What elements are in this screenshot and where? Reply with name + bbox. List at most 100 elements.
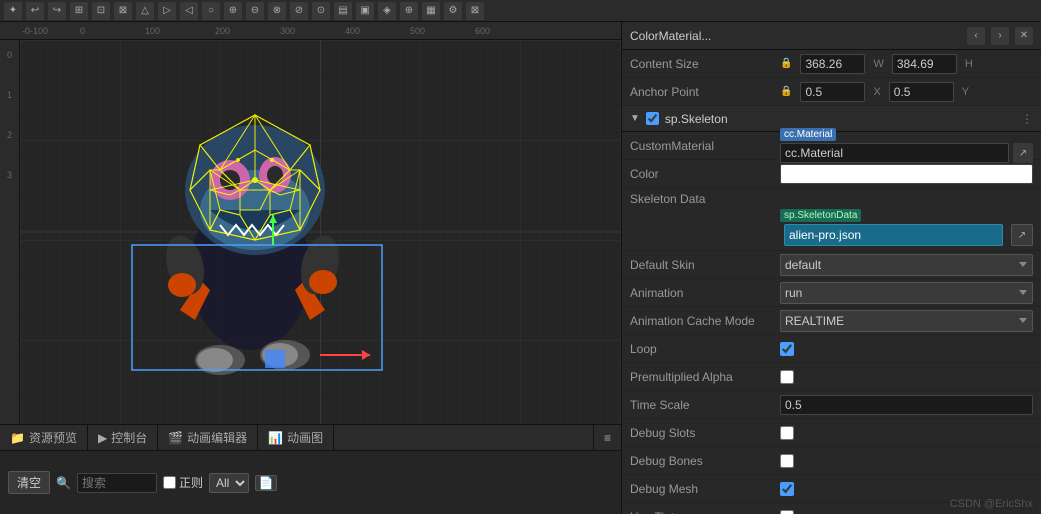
folder-btn[interactable]: 📄 bbox=[255, 475, 277, 491]
tab-animation-graph[interactable]: 📊 动画图 bbox=[258, 425, 334, 450]
loop-value bbox=[780, 342, 1033, 356]
debug-slots-label: Debug Slots bbox=[630, 426, 780, 440]
color-swatch[interactable] bbox=[780, 164, 1033, 184]
panel-close[interactable]: ✕ bbox=[1015, 27, 1033, 45]
toolbar-icon-10[interactable]: ⊗ bbox=[268, 2, 286, 20]
normal-checkbox[interactable] bbox=[163, 476, 176, 489]
toolbar-icon-8[interactable]: ⊕ bbox=[224, 2, 242, 20]
toolbar-icon-15[interactable]: ◈ bbox=[378, 2, 396, 20]
custom-material-label: CustomMaterial bbox=[630, 139, 780, 153]
character-display bbox=[120, 70, 390, 380]
material-link-btn[interactable]: ↗ bbox=[1013, 143, 1033, 163]
toolbar-icon-16[interactable]: ⊕ bbox=[400, 2, 418, 20]
skeleton-data-link-btn[interactable]: ↗ bbox=[1011, 224, 1033, 246]
toolbar-icon-3[interactable]: ⊠ bbox=[114, 2, 132, 20]
time-scale-input[interactable] bbox=[780, 395, 1033, 415]
ruler-side-mark: 0 bbox=[7, 50, 12, 60]
material-badge: cc.Material bbox=[780, 128, 836, 141]
grid-background bbox=[20, 40, 621, 424]
material-badge-row: cc.Material bbox=[780, 128, 1033, 141]
skeleton-enable-checkbox[interactable] bbox=[646, 112, 659, 125]
panel-nav-back[interactable]: ‹ bbox=[967, 27, 985, 45]
skeleton-data-label-row: Skeleton Data bbox=[630, 192, 1033, 206]
tab-animation-editor[interactable]: 🎬 动画编辑器 bbox=[158, 425, 258, 450]
ruler-mark-3: 200 bbox=[215, 26, 230, 36]
toolbar-icon-redo[interactable]: ↪ bbox=[48, 2, 66, 20]
use-tint-checkbox[interactable] bbox=[780, 510, 794, 514]
toolbar-icon-5[interactable]: ▷ bbox=[158, 2, 176, 20]
skeleton-data-badge: sp.SkeletonData bbox=[780, 209, 861, 222]
console-label: 控制台 bbox=[111, 429, 147, 446]
ruler-mark-6: 500 bbox=[410, 26, 425, 36]
normal-label: 正则 bbox=[179, 474, 203, 491]
debug-bones-checkbox[interactable] bbox=[780, 454, 794, 468]
default-skin-select[interactable]: default bbox=[780, 254, 1033, 276]
skeleton-data-input[interactable] bbox=[784, 224, 1003, 246]
panel-menu-btn[interactable]: ≡ bbox=[593, 425, 621, 450]
content-size-w-input[interactable] bbox=[800, 54, 865, 74]
toolbar-icon-18[interactable]: ⚙ bbox=[444, 2, 462, 20]
content-size-h-input[interactable] bbox=[892, 54, 957, 74]
debug-mesh-checkbox[interactable] bbox=[780, 482, 794, 496]
anchor-y-input[interactable] bbox=[889, 82, 954, 102]
debug-slots-row: Debug Slots bbox=[622, 419, 1041, 447]
skeleton-data-row: Skeleton Data sp.SkeletonData ↗ bbox=[622, 188, 1041, 251]
anchor-x-input[interactable] bbox=[800, 82, 865, 102]
default-skin-row: Default Skin default bbox=[622, 251, 1041, 279]
ruler-side-mark-2: 1 bbox=[7, 90, 12, 100]
toolbar-icon-2[interactable]: ⊡ bbox=[92, 2, 110, 20]
canvas-viewport[interactable]: -0-100 0 100 200 300 400 500 600 0 1 2 3 bbox=[0, 22, 621, 424]
animation-cache-mode-value: REALTIME bbox=[780, 310, 1033, 332]
debug-mesh-value bbox=[780, 482, 1033, 496]
material-input-row: ↗ bbox=[780, 143, 1033, 163]
content-size-value: 🔒 W H bbox=[780, 54, 1033, 74]
toolbar-icon-12[interactable]: ⊙ bbox=[312, 2, 330, 20]
tab-console[interactable]: ▶ 控制台 bbox=[88, 425, 158, 450]
ruler-mark-5: 400 bbox=[345, 26, 360, 36]
toolbar-icon-14[interactable]: ▣ bbox=[356, 2, 374, 20]
animation-row: Animation run bbox=[622, 279, 1041, 307]
all-select[interactable]: All bbox=[209, 473, 249, 493]
toolbar-icon-1[interactable]: ⊞ bbox=[70, 2, 88, 20]
clear-button[interactable]: 清空 bbox=[8, 471, 50, 494]
premultiplied-alpha-row: Premultiplied Alpha bbox=[622, 363, 1041, 391]
premultiplied-alpha-label: Premultiplied Alpha bbox=[630, 370, 780, 384]
right-panel-title: ColorMaterial... bbox=[630, 29, 711, 43]
toolbar-icon-logo[interactable]: ✦ bbox=[4, 2, 22, 20]
search-icon: 🔍 bbox=[56, 476, 71, 490]
character-svg bbox=[120, 70, 390, 380]
asset-preview-label: 资源预览 bbox=[29, 429, 77, 446]
toolbar-icon-11[interactable]: ⊘ bbox=[290, 2, 308, 20]
toolbar-icon-17[interactable]: ▦ bbox=[422, 2, 440, 20]
debug-slots-checkbox[interactable] bbox=[780, 426, 794, 440]
animation-cache-mode-select[interactable]: REALTIME bbox=[780, 310, 1033, 332]
content-size-label: Content Size bbox=[630, 57, 780, 71]
default-skin-label: Default Skin bbox=[630, 258, 780, 272]
section-menu-icon[interactable]: ⋮ bbox=[1021, 112, 1033, 126]
right-panel: ColorMaterial... ‹ › ✕ Content Size 🔒 W … bbox=[621, 22, 1041, 514]
toolbar-icon-13[interactable]: ▤ bbox=[334, 2, 352, 20]
tab-asset-preview[interactable]: 📁 资源预览 bbox=[0, 425, 88, 450]
animation-select[interactable]: run bbox=[780, 282, 1033, 304]
canvas-area: -0-100 0 100 200 300 400 500 600 0 1 2 3 bbox=[0, 22, 621, 514]
toolbar-icon-9[interactable]: ⊖ bbox=[246, 2, 264, 20]
toolbar-icon-7[interactable]: ○ bbox=[202, 2, 220, 20]
toolbar-icon-19[interactable]: ⊠ bbox=[466, 2, 484, 20]
anchor-point-row: Anchor Point 🔒 X Y bbox=[622, 78, 1041, 106]
search-input[interactable] bbox=[77, 473, 157, 493]
premultiplied-alpha-checkbox[interactable] bbox=[780, 370, 794, 384]
toolbar-icon-6[interactable]: ◁ bbox=[180, 2, 198, 20]
toolbar-icon-undo[interactable]: ↩ bbox=[26, 2, 44, 20]
section-expand-icon[interactable]: ▼ bbox=[630, 113, 640, 124]
time-scale-label: Time Scale bbox=[630, 398, 780, 412]
anchor-point-value: 🔒 X Y bbox=[780, 82, 1033, 102]
time-scale-value bbox=[780, 395, 1033, 415]
skeleton-data-input-row: sp.SkeletonData bbox=[630, 209, 1033, 222]
panel-nav-forward[interactable]: › bbox=[991, 27, 1009, 45]
loop-checkbox[interactable] bbox=[780, 342, 794, 356]
panel-controls: ‹ › ✕ bbox=[967, 27, 1033, 45]
toolbar-icon-4[interactable]: △ bbox=[136, 2, 154, 20]
material-input[interactable] bbox=[780, 143, 1009, 163]
main-area: -0-100 0 100 200 300 400 500 600 0 1 2 3 bbox=[0, 22, 1041, 514]
animation-editor-icon: 🎬 bbox=[168, 431, 183, 445]
